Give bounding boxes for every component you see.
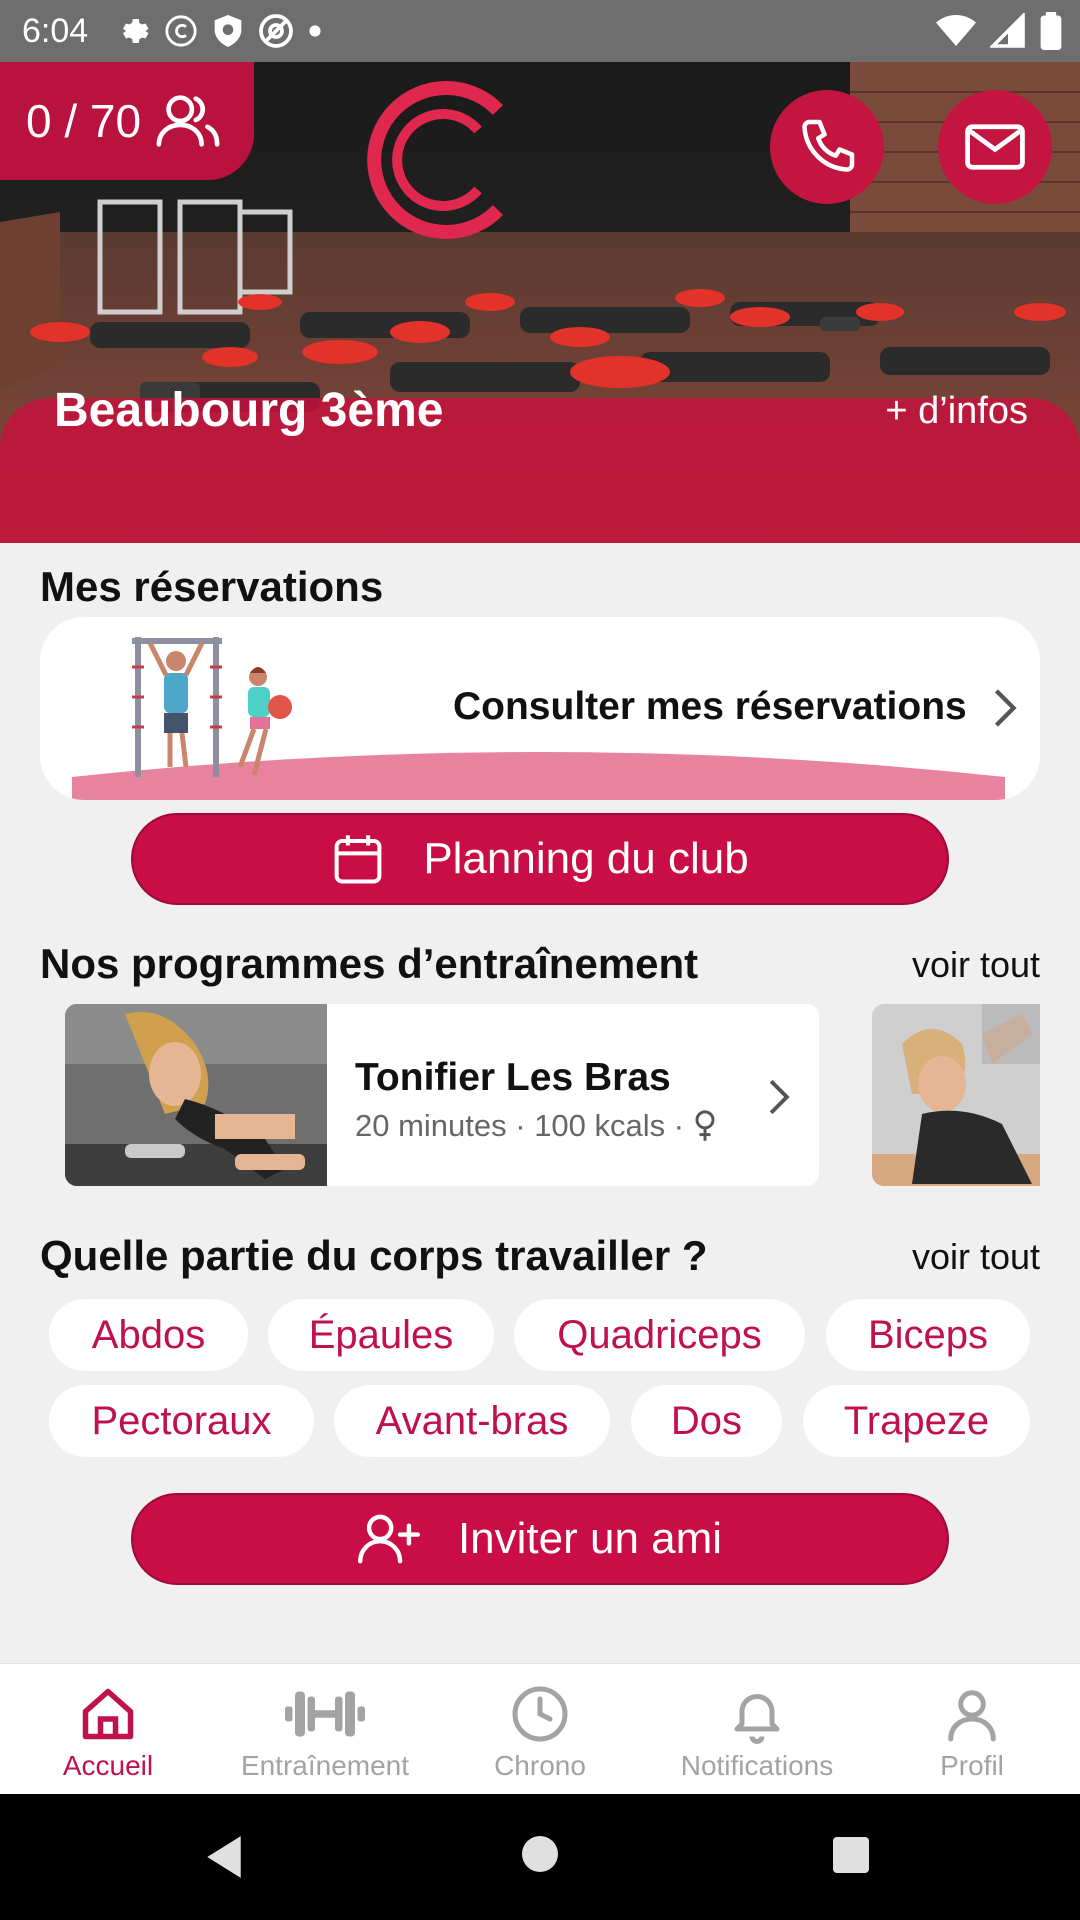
body-parts-title: Quelle partie du corps travailler ? [40, 1232, 708, 1279]
chip-epaules[interactable]: Épaules [268, 1299, 494, 1371]
nav-accueil[interactable]: Accueil [40, 1664, 176, 1795]
nav-profil[interactable]: Profil [902, 1664, 1042, 1795]
email-button[interactable] [938, 90, 1052, 204]
nav-label: Chrono [494, 1750, 586, 1781]
people-icon [155, 93, 221, 149]
capacity-text: 0 / 70 [26, 95, 142, 147]
clock-icon [510, 1684, 570, 1744]
program-meta-text: 20 minutes · 100 kcals · [355, 1108, 685, 1143]
chevron-right-icon [768, 1078, 790, 1116]
chevron-right-icon [993, 687, 1017, 729]
club-hero: 0 / 70 [0, 62, 1080, 543]
more-info-link[interactable]: + d’infos [885, 390, 1028, 433]
c-app-icon [164, 14, 198, 48]
home-icon [78, 1684, 138, 1744]
shield-icon [212, 13, 244, 49]
program-title: Tonifier Les Bras [355, 1056, 671, 1099]
system-nav-bar [0, 1794, 1080, 1920]
nav-label: Notifications [680, 1750, 834, 1781]
chip-abdos[interactable]: Abdos [49, 1299, 248, 1371]
battery-icon [1040, 12, 1062, 50]
phone-icon [797, 117, 857, 177]
signal-icon [990, 13, 1026, 49]
call-button[interactable] [770, 90, 884, 204]
chip-biceps[interactable]: Biceps [826, 1299, 1030, 1371]
female-icon [692, 1110, 718, 1142]
bell-icon [727, 1684, 787, 1744]
status-bar: 6:04 [0, 0, 1080, 62]
invite-friend-button[interactable]: Inviter un ami [131, 1493, 949, 1585]
chip-avant-bras[interactable]: Avant-bras [334, 1385, 610, 1457]
profile-icon [942, 1684, 1002, 1744]
nav-label: Entraînement [240, 1750, 410, 1781]
programs-see-all[interactable]: voir tout [912, 944, 1040, 986]
nav-notifications[interactable]: Notifications [665, 1664, 849, 1795]
reservations-title: Mes réservations [40, 563, 384, 610]
add-user-icon [357, 1512, 420, 1566]
wifi-icon [936, 13, 976, 49]
at-sign-icon [258, 13, 294, 49]
nav-entrainement[interactable]: Entraînement [225, 1664, 425, 1795]
back-icon[interactable] [203, 1834, 245, 1880]
dot-icon [308, 24, 322, 38]
invite-button-label: Inviter un ami [457, 1514, 723, 1563]
program-card[interactable]: Tonifier Les Bras 20 minutes · 100 kcals… [65, 1004, 819, 1186]
nav-chrono[interactable]: Chrono [480, 1664, 600, 1795]
home-circle-icon[interactable] [520, 1834, 560, 1874]
reservations-card[interactable]: Consulter mes réservations [40, 617, 1040, 800]
reservations-card-label: Consulter mes réservations [453, 685, 967, 728]
dumbbell-icon [285, 1684, 365, 1744]
nav-label: Profil [940, 1750, 1004, 1781]
chip-quadriceps[interactable]: Quadriceps [514, 1299, 805, 1371]
chip-pectoraux[interactable]: Pectoraux [49, 1385, 314, 1457]
bottom-nav: Accueil Entraînement Chrono Notification… [0, 1663, 1080, 1795]
program-photo-next [872, 1004, 1040, 1186]
chip-trapeze[interactable]: Trapeze [803, 1385, 1030, 1457]
planning-button[interactable]: Planning du club [131, 813, 949, 905]
nav-label: Accueil [62, 1750, 154, 1781]
program-card-next[interactable] [872, 1004, 1040, 1186]
recents-icon[interactable] [831, 1835, 871, 1875]
calendar-icon [331, 832, 385, 886]
settings-icon [114, 13, 150, 49]
capacity-counter: 0 / 70 [0, 62, 254, 180]
program-meta: 20 minutes · 100 kcals · [355, 1108, 718, 1144]
body-parts-see-all[interactable]: voir tout [912, 1236, 1040, 1278]
program-photo [65, 1004, 327, 1186]
planning-button-label: Planning du club [423, 834, 749, 883]
mail-icon [964, 122, 1026, 172]
chip-dos[interactable]: Dos [631, 1385, 782, 1457]
club-name: Beaubourg 3ème [54, 384, 444, 437]
programs-title: Nos programmes d’entraînement [40, 940, 699, 987]
status-time: 6:04 [22, 11, 89, 50]
